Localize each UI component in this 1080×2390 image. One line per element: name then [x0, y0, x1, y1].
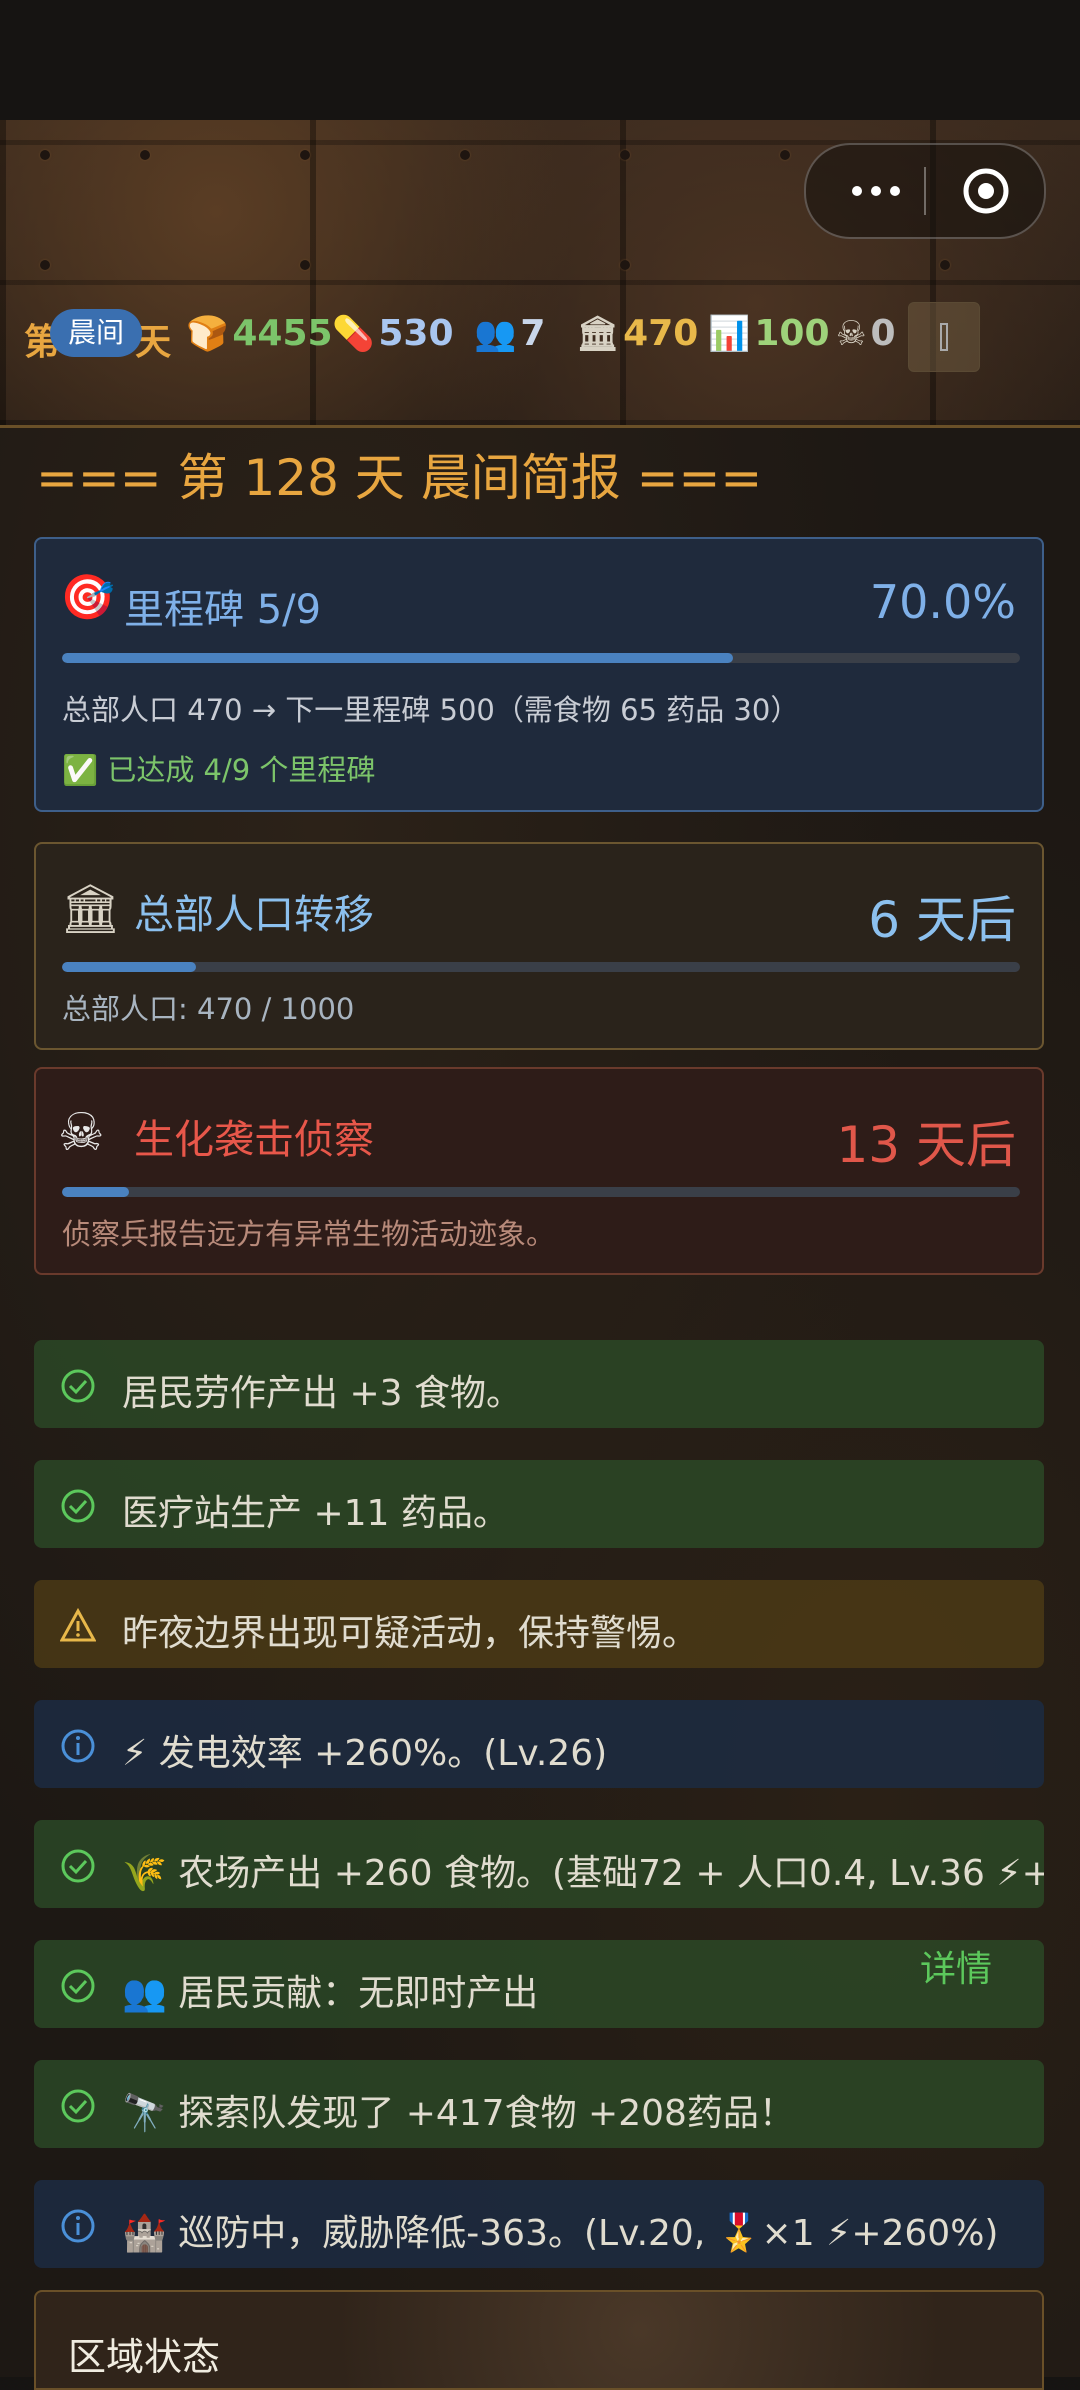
log-item: 🏰 巡防中，威胁降低-363。(Lv.20, 🎖️×1 ⚡+260%) — [34, 2180, 1044, 2268]
bio-attack-eta: 13 天后 — [836, 1116, 1016, 1174]
phase-badge[interactable]: 晨间 — [50, 309, 143, 357]
milestone-achieved: ✅ 已达成 4/9 个里程碑 — [62, 747, 375, 789]
headquarters-value: 470 — [623, 313, 699, 354]
transfer-eta: 6 天后 — [868, 891, 1016, 949]
food-stat: 🍞 4455 — [186, 313, 333, 354]
log-item: 👥 居民贡献：无即时产出 — [34, 1940, 1044, 2028]
milestone-percent: 70.0% — [869, 575, 1016, 629]
check-box-icon: ✅ — [62, 753, 99, 787]
bio-attack-progress-fill — [62, 1187, 130, 1197]
skull-icon: ☠ — [58, 1103, 105, 1163]
check-circle-icon — [61, 2089, 95, 2123]
details-link[interactable]: 详情 — [920, 1940, 992, 1992]
threat-stat: ☠ 0 — [836, 313, 896, 354]
pill-icon: 💊 — [332, 314, 375, 354]
bar-chart-icon: 📊 — [708, 314, 751, 354]
log-item: 🌾 农场产出 +260 食物。(基础72 + 人口0.4, Lv.36 ⚡+26… — [34, 1820, 1044, 1908]
status-bar — [0, 0, 1080, 120]
target-icon: 🎯 — [60, 572, 115, 623]
milestone-achieved-text: 已达成 4/9 个里程碑 — [107, 753, 376, 787]
medicine-stat: 💊 530 — [332, 313, 454, 354]
bread-icon: 🍞 — [186, 314, 229, 354]
menu-button[interactable] — [908, 302, 980, 372]
transfer-progress-fill — [62, 962, 197, 972]
warning-icon — [60, 1608, 96, 1642]
bio-attack-card[interactable]: ☠ 生化袭击侦察 13 天后 侦察兵报告远方有异常生物活动迹象。 — [34, 1067, 1044, 1275]
region-status-panel: 区域状态 — [34, 2290, 1044, 2390]
close-target-icon[interactable] — [962, 167, 1010, 215]
population-transfer-card[interactable]: 🏛 总部人口转移 6 天后 总部人口: 470 / 1000 — [34, 842, 1044, 1050]
stats-stat: 📊 100 — [708, 313, 830, 354]
medicine-value: 530 — [378, 313, 454, 354]
milestone-detail: 总部人口 470 → 下一里程碑 500（需食物 65 药品 30） — [62, 693, 800, 727]
log-item: 昨夜边界出现可疑活动，保持警惕。 — [34, 1580, 1044, 1668]
mini-program-capsule — [804, 143, 1046, 239]
people-stat: 👥 7 — [474, 313, 545, 354]
stats-value: 100 — [754, 313, 830, 354]
milestone-progress-bar — [62, 653, 1020, 663]
headquarters-stat: 🏛 470 — [576, 313, 698, 354]
food-value: 4455 — [232, 313, 333, 354]
check-circle-icon — [61, 1849, 95, 1883]
bio-attack-title: 生化袭击侦察 — [134, 1117, 374, 1163]
transfer-title: 总部人口转移 — [134, 892, 374, 938]
log-item: ⚡ 发电效率 +260%。(Lv.26) — [34, 1700, 1044, 1788]
milestone-card[interactable]: 🎯 里程碑 5/9 70.0% 总部人口 470 → 下一里程碑 500（需食物… — [34, 537, 1044, 812]
briefing-title: === 第 128 天 晨间简报 === — [36, 449, 763, 507]
log-text: 医疗站生产 +11 药品。 — [122, 1493, 509, 1534]
log-text: 居民劳作产出 +3 食物。 — [122, 1373, 522, 1414]
more-icon[interactable] — [836, 167, 916, 215]
bio-attack-detail: 侦察兵报告远方有异常生物活动迹象。 — [62, 1217, 556, 1251]
building-icon: 🏛 — [576, 314, 620, 354]
log-item: 居民劳作产出 +3 食物。 — [34, 1340, 1044, 1428]
people-icon: 👥 — [474, 314, 517, 354]
transfer-detail: 总部人口: 470 / 1000 — [62, 992, 355, 1026]
log-text: 🔭 探索队发现了 +417食物 +208药品！ — [122, 2093, 795, 2134]
milestone-title: 里程碑 5/9 — [124, 587, 322, 633]
log-text: 🌾 农场产出 +260 食物。(基础72 + 人口0.4, Lv.36 ⚡+26… — [122, 1853, 1044, 1894]
log-text: 👥 居民贡献：无即时产出 — [122, 1973, 539, 2014]
building-icon: 🏛 — [60, 881, 121, 937]
resource-bar: 第128天 晨间 🍞4455 💊530 👥7 🏛470 📊100 ☠0 — [24, 305, 1024, 365]
skull-icon: ☠ — [836, 314, 867, 354]
log-item: 🔭 探索队发现了 +417食物 +208药品！ — [34, 2060, 1044, 2148]
check-circle-icon — [61, 1969, 95, 2003]
transfer-progress-bar — [62, 962, 1020, 972]
region-status-title: 区域状态 — [68, 2335, 221, 2379]
people-value: 7 — [520, 313, 546, 354]
log-text: ⚡ 发电效率 +260%。(Lv.26) — [122, 1733, 608, 1774]
info-icon — [61, 2209, 95, 2243]
check-circle-icon — [61, 1489, 95, 1523]
capsule-divider — [924, 167, 926, 215]
milestone-progress-fill — [62, 653, 733, 663]
log-item: 医疗站生产 +11 药品。 — [34, 1460, 1044, 1548]
bio-attack-progress-bar — [62, 1187, 1020, 1197]
log-text: 🏰 巡防中，威胁降低-363。(Lv.20, 🎖️×1 ⚡+260%) — [122, 2213, 999, 2254]
menu-icon — [940, 323, 948, 351]
log-text: 昨夜边界出现可疑活动，保持警惕。 — [122, 1613, 699, 1654]
check-circle-icon — [61, 1369, 95, 1403]
threat-value: 0 — [870, 313, 896, 354]
info-icon — [61, 1729, 95, 1763]
